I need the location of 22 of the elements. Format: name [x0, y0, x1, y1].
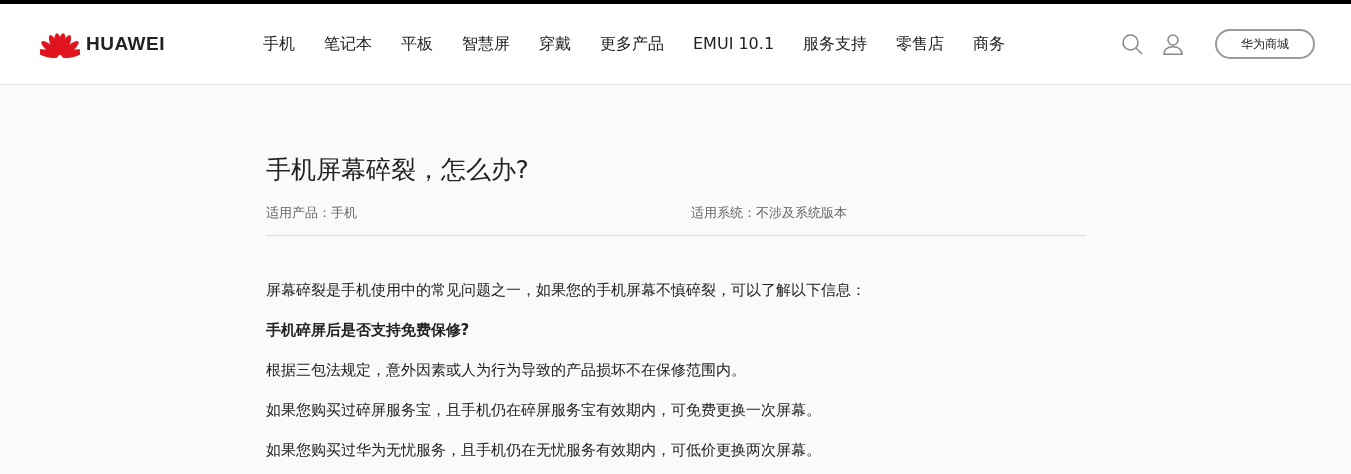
paragraph: 如果您购买过华为无忧服务，且手机仍在无忧服务有效期内，可低价更换两次屏幕。 — [265, 440, 822, 461]
paragraph: 根据三包法规定，意外因素或人为行为导致的产品损坏不在保修范围内。 — [265, 360, 747, 381]
meta-text: 适用产品：手机 — [265, 204, 358, 222]
section-heading: 手机碎屏后是否支持免费保修? — [265, 320, 471, 341]
store-button[interactable]: 华为商城 — [1215, 29, 1315, 59]
nav-link[interactable]: 笔记本 — [324, 33, 372, 55]
nav-link[interactable]: 平板 — [401, 33, 433, 55]
nav-link[interactable]: 手机 — [263, 33, 295, 55]
nav-link[interactable]: 服务支持 — [803, 33, 868, 55]
nav-link[interactable]: 更多产品 — [600, 33, 664, 55]
nav-link[interactable]: EMUI 10.1 — [693, 33, 775, 55]
meta-text: 适用系统：不涉及系统版本 — [690, 204, 848, 222]
nav-link[interactable]: 零售店 — [896, 33, 945, 55]
paragraph: 如果您购买过碎屏服务宝，且手机仍在碎屏服务宝有效期内，可免费更换一次屏幕。 — [265, 400, 822, 421]
paragraph: 屏幕碎裂是手机使用中的常见问题之一，如果您的手机屏幕不慎碎裂，可以了解以下信息： — [265, 280, 867, 301]
search-icon[interactable] — [1122, 33, 1143, 55]
user-icon[interactable] — [1163, 33, 1183, 55]
brand-name: HUAWEI — [86, 33, 165, 55]
nav-link[interactable]: 穿戴 — [539, 33, 571, 55]
nav-link[interactable]: 商务 — [973, 33, 1006, 55]
nav-link[interactable]: 智慧屏 — [462, 33, 510, 55]
article-title: 手机屏幕碎裂，怎么办? — [265, 154, 530, 186]
